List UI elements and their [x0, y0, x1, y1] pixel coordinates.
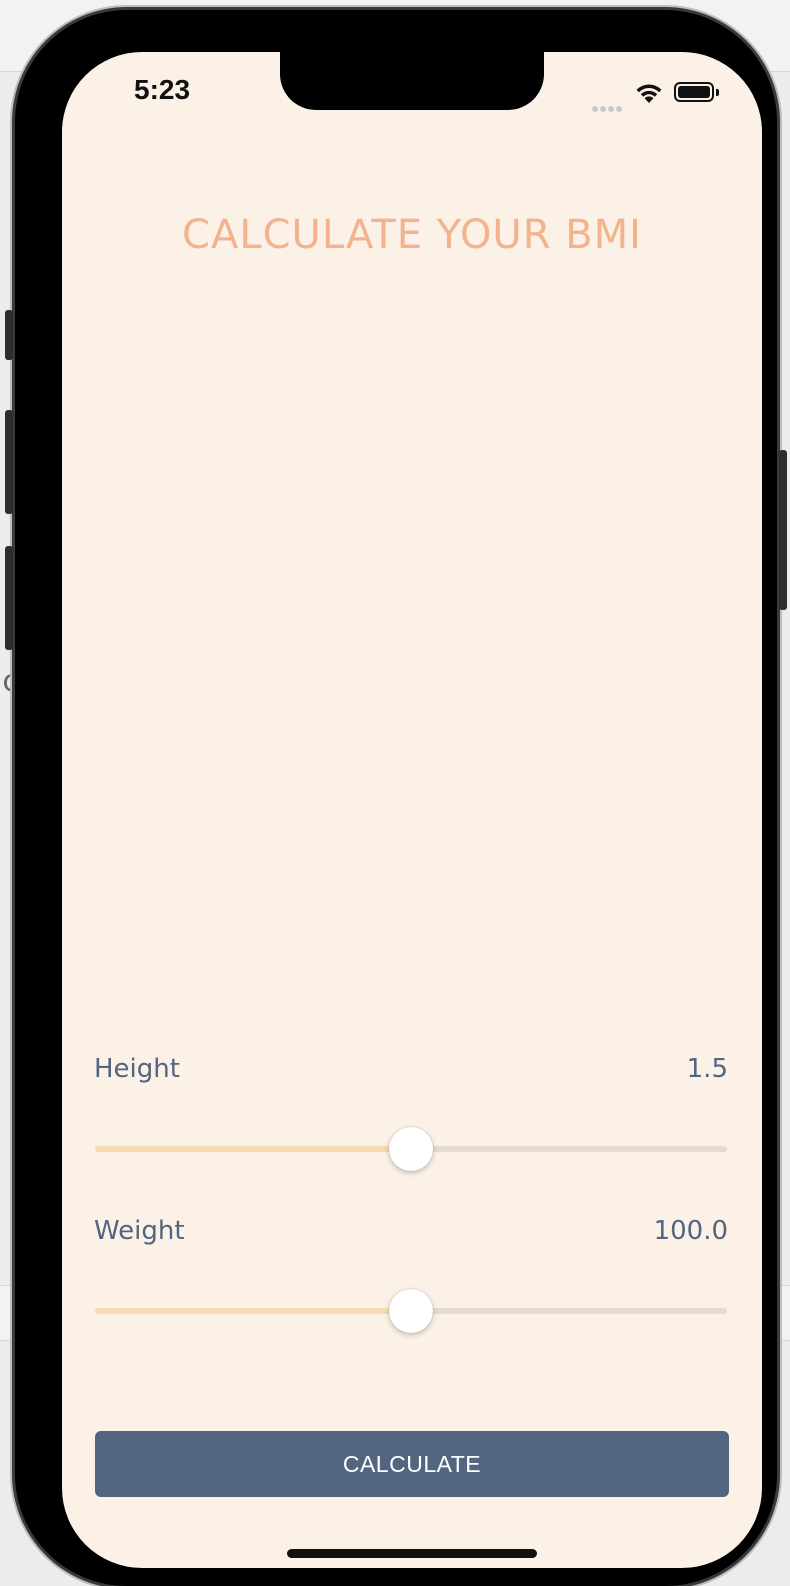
volume-up-button [5, 410, 13, 514]
home-indicator [287, 1549, 537, 1558]
notch [280, 52, 544, 110]
height-slider-fill [95, 1146, 411, 1152]
weight-label: Weight [94, 1216, 185, 1246]
battery-fill [678, 86, 710, 98]
calculate-button[interactable]: CALCULATE [95, 1431, 729, 1497]
volume-down-button [5, 546, 13, 650]
height-slider-thumb[interactable] [389, 1127, 433, 1171]
weight-slider-fill [95, 1308, 411, 1314]
cellular-signal-icon [592, 97, 626, 112]
wifi-icon [636, 84, 662, 103]
phone-frame: 5:23 CALCULATE YOUR BMI Height 1.5 Weigh… [5, 10, 787, 1586]
weight-value: 100.0 [653, 1216, 728, 1246]
battery-cap [716, 89, 719, 96]
app-screen: 5:23 CALCULATE YOUR BMI Height 1.5 Weigh… [62, 52, 762, 1568]
weight-slider-thumb[interactable] [389, 1289, 433, 1333]
page-title: CALCULATE YOUR BMI [182, 212, 642, 258]
battery-icon [674, 82, 714, 102]
power-button [779, 450, 787, 610]
status-time: 5:23 [134, 74, 191, 105]
height-label: Height [94, 1054, 180, 1084]
silent-switch [5, 310, 13, 360]
height-value: 1.5 [686, 1054, 728, 1084]
